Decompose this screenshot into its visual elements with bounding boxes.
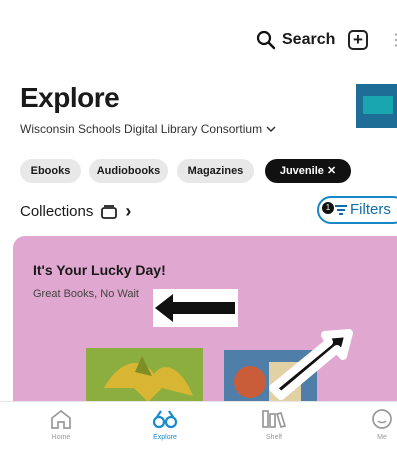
nav-me[interactable]: Me — [352, 408, 397, 441]
collections-icon — [101, 204, 118, 219]
chevron-down-icon — [266, 126, 276, 133]
filters-count-badge: 1 — [322, 202, 334, 214]
collections-link[interactable]: Collections › — [20, 201, 131, 222]
filters-label: Filters — [350, 201, 391, 218]
nav-shelf-label: Shelf — [266, 434, 282, 441]
chip-juvenile[interactable]: Juvenile ✕ — [265, 159, 351, 183]
app-screen: Search + ⋮ Explore Wisconsin Schools Dig… — [0, 0, 397, 455]
nav-home[interactable]: Home — [31, 408, 91, 441]
collections-label: Collections — [20, 203, 94, 220]
filters-button[interactable]: 1 Filters — [317, 196, 397, 224]
book-cover-image — [104, 356, 193, 402]
me-icon — [372, 409, 392, 429]
close-icon[interactable]: ✕ — [327, 165, 336, 177]
hero-title: It's Your Lucky Day! — [33, 262, 166, 278]
add-button[interactable]: + — [348, 30, 368, 50]
search-label: Search — [282, 31, 336, 48]
home-icon — [51, 409, 71, 429]
hero-subtitle: Great Books, No Wait — [33, 288, 139, 300]
library-logo[interactable] — [356, 84, 397, 128]
explore-icon — [152, 410, 178, 429]
nav-explore-label: Explore — [153, 434, 177, 441]
nav-explore[interactable]: Explore — [135, 408, 195, 441]
diagonal-arrow-overlay — [265, 325, 357, 405]
left-arrow-icon — [155, 294, 235, 322]
search-button[interactable]: Search — [256, 30, 335, 50]
book-cover-dragon[interactable] — [86, 348, 203, 404]
shelf-icon — [262, 410, 287, 429]
chip-juvenile-label: Juvenile — [279, 165, 324, 177]
nav-home-label: Home — [51, 434, 71, 441]
nav-shelf[interactable]: Shelf — [244, 408, 304, 441]
left-arrow-overlay — [153, 289, 238, 327]
bottom-navigation: Home Explore Shelf Me — [0, 401, 397, 455]
chip-ebooks[interactable]: Ebooks — [20, 159, 81, 183]
top-bar: Search + ⋮ — [0, 26, 397, 56]
diagonal-arrow-icon — [269, 329, 353, 400]
filter-icon — [335, 205, 347, 215]
nav-me-label: Me — [377, 434, 387, 441]
library-name: Wisconsin Schools Digital Library Consor… — [20, 122, 263, 136]
search-icon — [256, 30, 276, 50]
chip-magazines[interactable]: Magazines — [177, 159, 254, 183]
library-selector[interactable]: Wisconsin Schools Digital Library Consor… — [20, 122, 276, 136]
chevron-right-icon: › — [125, 201, 132, 221]
more-icon[interactable]: ⋮ — [388, 31, 397, 51]
page-title: Explore — [20, 82, 120, 113]
chip-audiobooks[interactable]: Audiobooks — [89, 159, 168, 183]
